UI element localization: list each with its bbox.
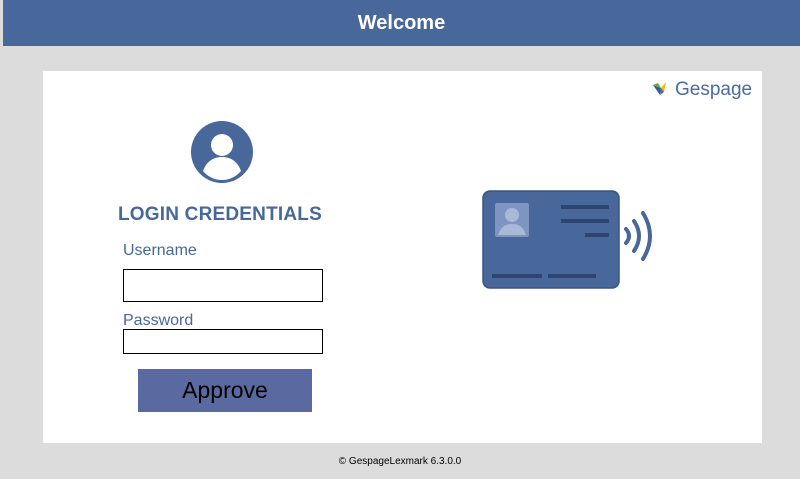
password-field[interactable]	[123, 329, 323, 354]
password-label: Password	[123, 312, 194, 329]
login-title: LOGIN CREDENTIALS	[118, 204, 322, 225]
brand-logo: Gespage	[652, 75, 752, 105]
header-bar: Welcome	[3, 0, 800, 46]
contactless-id-card-icon	[482, 190, 652, 289]
user-avatar-icon	[191, 121, 253, 183]
username-label: Username	[123, 242, 197, 259]
footer-copyright: © GespageLexmark 6.3.0.0	[338, 456, 462, 467]
page-title: Welcome	[357, 11, 446, 34]
brand-name: Gespage	[675, 79, 753, 100]
gespage-logo-icon	[653, 82, 666, 95]
login-panel: Gespage LOGIN CREDENTIALS Username Passw…	[43, 71, 762, 443]
approve-button[interactable]: Approve	[138, 369, 312, 412]
username-field[interactable]	[123, 269, 323, 302]
